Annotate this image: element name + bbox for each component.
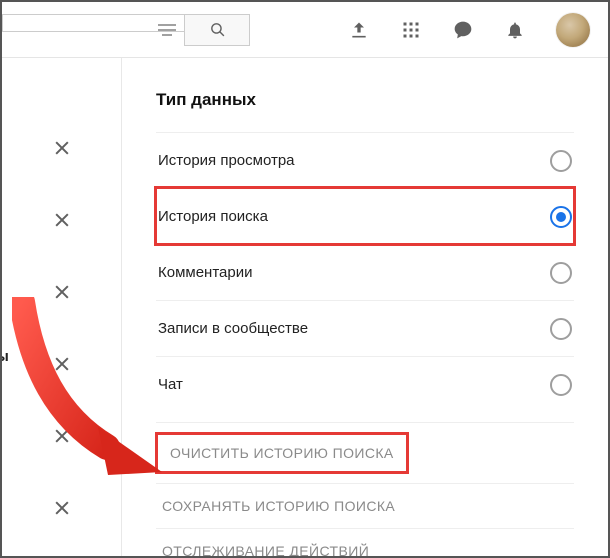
- remove-item-button[interactable]: [52, 498, 72, 518]
- upload-button[interactable]: [348, 19, 370, 41]
- search-icon: [209, 21, 226, 38]
- radio-icon: [550, 150, 572, 172]
- apps-grid-icon: [402, 21, 420, 39]
- upload-icon: [349, 20, 369, 40]
- apps-button[interactable]: [400, 19, 422, 41]
- header-icons: [348, 13, 590, 47]
- action-save-search-history[interactable]: СОХРАНЯТЬ ИСТОРИЮ ПОИСКА: [156, 483, 574, 528]
- search-input[interactable]: [2, 14, 184, 32]
- radio-icon: [550, 318, 572, 340]
- remove-item-button[interactable]: [52, 138, 72, 158]
- search-button[interactable]: [184, 14, 250, 46]
- action-activity-tracking[interactable]: ОТСЛЕЖИВАНИЕ ДЕЙСТВИЙ: [156, 528, 574, 558]
- remove-item-button[interactable]: [52, 354, 72, 374]
- left-column: ы: [2, 58, 122, 556]
- search-box: [2, 14, 250, 46]
- option-label: Чат: [158, 376, 183, 393]
- avatar-button[interactable]: [556, 13, 590, 47]
- app-window: ы Тип данных История просмотра История п…: [0, 0, 610, 558]
- keyboard-icon[interactable]: [158, 24, 176, 36]
- body: ы Тип данных История просмотра История п…: [2, 58, 608, 556]
- header-bar: [2, 2, 608, 58]
- remove-item-button[interactable]: [52, 210, 72, 230]
- option-community-posts[interactable]: Записи в сообществе: [156, 300, 574, 356]
- remove-item-button[interactable]: [52, 282, 72, 302]
- action-clear-search-history[interactable]: ОЧИСТИТЬ ИСТОРИЮ ПОИСКА: [156, 433, 408, 473]
- remove-item-button[interactable]: [52, 426, 72, 446]
- messages-button[interactable]: [452, 19, 474, 41]
- settings-panel: Тип данных История просмотра История пои…: [122, 58, 608, 556]
- clipped-text: ы: [0, 348, 9, 365]
- radio-icon: [550, 206, 572, 228]
- action-row: ОЧИСТИТЬ ИСТОРИЮ ПОИСКА: [156, 422, 574, 483]
- notifications-button[interactable]: [504, 19, 526, 41]
- option-label: Записи в сообществе: [158, 320, 308, 337]
- option-label: История поиска: [158, 208, 268, 225]
- radio-icon: [550, 262, 572, 284]
- panel-heading: Тип данных: [156, 90, 574, 110]
- option-label: История просмотра: [158, 152, 295, 169]
- bell-icon: [505, 20, 525, 40]
- option-chat[interactable]: Чат: [156, 356, 574, 412]
- option-comments[interactable]: Комментарии: [156, 244, 574, 300]
- search-field-wrap: [2, 14, 184, 46]
- option-watch-history[interactable]: История просмотра: [156, 132, 574, 188]
- option-label: Комментарии: [158, 264, 252, 281]
- actions-list: ОЧИСТИТЬ ИСТОРИЮ ПОИСКА СОХРАНЯТЬ ИСТОРИ…: [156, 422, 574, 558]
- speech-bubble-icon: [453, 20, 473, 40]
- option-search-history[interactable]: История поиска: [156, 188, 574, 244]
- radio-icon: [550, 374, 572, 396]
